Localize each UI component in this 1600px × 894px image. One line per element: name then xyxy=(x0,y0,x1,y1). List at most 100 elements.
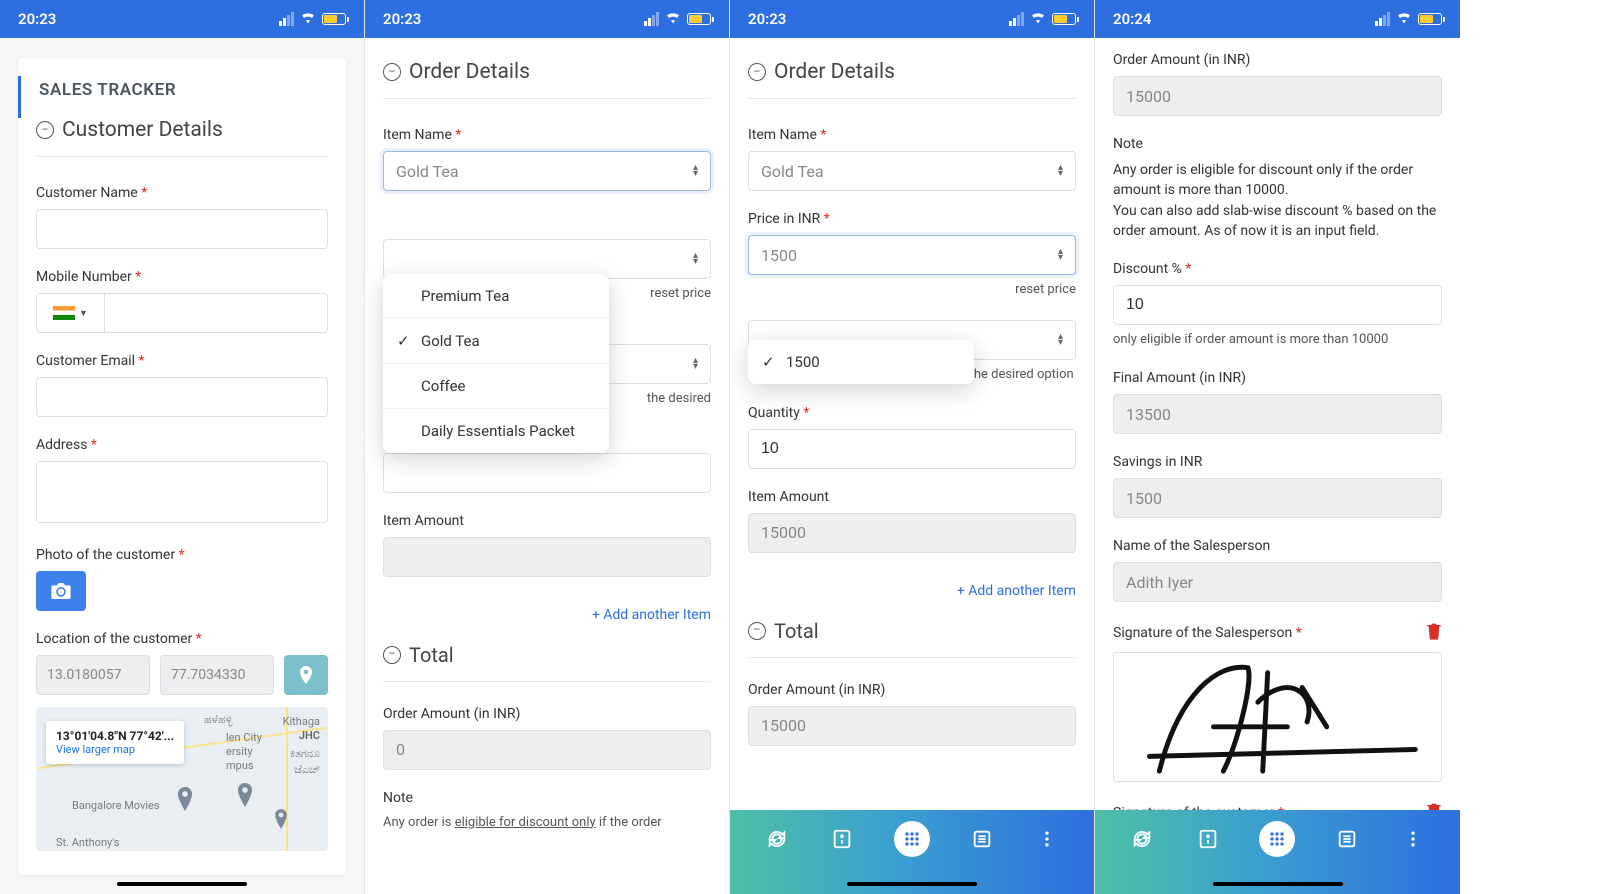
wifi-icon xyxy=(1030,10,1046,28)
dropdown-option[interactable]: Premium Tea xyxy=(383,274,609,319)
delete-signature-button[interactable] xyxy=(1426,622,1442,644)
battery-icon xyxy=(1052,13,1076,25)
salesperson-value: Adith Iyer xyxy=(1113,562,1442,602)
sync-icon[interactable] xyxy=(1128,825,1156,853)
view-larger-map-link[interactable]: View larger map xyxy=(56,743,174,756)
camera-button[interactable] xyxy=(36,571,86,611)
final-amount-label: Final Amount (in INR) xyxy=(1113,370,1442,386)
map-callout[interactable]: 13°01'04.8"N 77°42'... View larger map xyxy=(46,721,184,764)
signal-icon xyxy=(1375,12,1390,26)
item-name-label: Item Name * xyxy=(748,127,1076,143)
section-header-customer[interactable]: Customer Details xyxy=(36,118,328,157)
order-amount-label: Order Amount (in INR) xyxy=(748,682,1076,698)
address-label: Address * xyxy=(36,437,328,453)
order-amount-label: Order Amount (in INR) xyxy=(1113,52,1442,68)
signature-salesperson[interactable] xyxy=(1113,652,1442,782)
screen-customer-details: 20:23 SALES TRACKER Customer Details Cus… xyxy=(0,0,365,894)
list-icon[interactable] xyxy=(968,825,996,853)
photo-label: Photo of the customer * xyxy=(36,547,328,563)
item-amount-value: 15000 xyxy=(748,513,1076,553)
discount-input[interactable] xyxy=(1113,285,1442,325)
status-bar: 20:23 xyxy=(730,0,1094,38)
india-flag-icon xyxy=(53,306,75,320)
collapse-icon[interactable] xyxy=(36,121,54,139)
price-select[interactable]: 1500 ▴▾ xyxy=(748,235,1076,275)
sig-sales-label: Signature of the Salesperson * xyxy=(1113,625,1302,641)
country-code-select[interactable]: ▼ xyxy=(36,293,104,333)
section-header-order[interactable]: Order Details xyxy=(383,60,711,99)
longitude-input: 77.7034330 xyxy=(160,655,274,695)
sync-icon[interactable] xyxy=(763,825,791,853)
discount-hint: only eligible if order amount is more th… xyxy=(1113,331,1442,350)
note-text: Any order is eligible for discount only … xyxy=(383,814,711,833)
dropdown-option-selected[interactable]: ✓Gold Tea xyxy=(383,319,609,364)
apps-icon[interactable] xyxy=(894,821,930,857)
section-header-total[interactable]: Total xyxy=(383,643,711,682)
mobile-label: Mobile Number * xyxy=(36,269,328,285)
address-input[interactable] xyxy=(36,461,328,523)
screen-order-dropdown-item: 20:23 Order Details Item Name * Gold Tea… xyxy=(365,0,730,894)
home-indicator[interactable] xyxy=(117,882,247,886)
locate-button[interactable] xyxy=(284,655,328,695)
dropdown-option-selected[interactable]: ✓1500 xyxy=(748,340,974,384)
note-text: Any order is eligible for discount only … xyxy=(1113,160,1442,241)
info-icon[interactable] xyxy=(1194,825,1222,853)
map-pin-icon xyxy=(176,787,194,811)
signal-icon xyxy=(279,12,294,26)
item-amount-label: Item Amount xyxy=(748,489,1076,505)
apps-icon[interactable] xyxy=(1259,821,1295,857)
mobile-input[interactable] xyxy=(104,293,328,333)
price-select[interactable]: ▴▾ xyxy=(383,239,711,279)
map-preview[interactable]: 13°01'04.8"N 77°42'... View larger map ಹ… xyxy=(36,707,328,851)
note-label: Note xyxy=(383,790,711,806)
home-indicator[interactable] xyxy=(1213,882,1343,886)
more-icon[interactable] xyxy=(1033,825,1061,853)
dropdown-option[interactable]: Daily Essentials Packet xyxy=(383,409,609,453)
quantity-input[interactable] xyxy=(748,429,1076,469)
app-title: SALES TRACKER xyxy=(18,76,328,118)
location-label: Location of the customer * xyxy=(36,631,328,647)
savings-value: 1500 xyxy=(1113,478,1442,518)
collapse-icon[interactable] xyxy=(383,646,401,664)
wifi-icon xyxy=(1396,10,1412,28)
collapse-icon[interactable] xyxy=(748,622,766,640)
email-input[interactable] xyxy=(36,377,328,417)
add-item-link[interactable]: + Add another Item xyxy=(383,597,711,643)
dropdown-option[interactable]: Coffee xyxy=(383,364,609,409)
status-time: 20:23 xyxy=(383,10,421,28)
more-icon[interactable] xyxy=(1399,825,1427,853)
updown-icon: ▴▾ xyxy=(693,358,698,370)
updown-icon: ▴▾ xyxy=(1058,334,1063,346)
status-time: 20:23 xyxy=(18,10,56,28)
add-item-link[interactable]: + Add another Item xyxy=(748,573,1076,619)
status-indicators xyxy=(1375,10,1442,28)
info-icon[interactable] xyxy=(828,825,856,853)
home-indicator[interactable] xyxy=(847,882,977,886)
battery-icon xyxy=(687,13,711,25)
item-amount-label: Item Amount xyxy=(383,513,711,529)
order-amount-value: 0 xyxy=(383,730,711,770)
quantity-input[interactable] xyxy=(383,453,711,493)
list-icon[interactable] xyxy=(1333,825,1361,853)
section-header-order[interactable]: Order Details xyxy=(748,60,1076,99)
item-name-label: Item Name * xyxy=(383,127,711,143)
wifi-icon xyxy=(300,10,316,28)
section-header-total[interactable]: Total xyxy=(748,619,1076,658)
item-name-select[interactable]: Gold Tea ▴▾ xyxy=(383,151,711,191)
order-amount-value: 15000 xyxy=(748,706,1076,746)
order-amount-label: Order Amount (in INR) xyxy=(383,706,711,722)
signature-drawing xyxy=(1114,653,1441,781)
collapse-icon[interactable] xyxy=(383,63,401,81)
collapse-icon[interactable] xyxy=(748,63,766,81)
item-name-select[interactable]: Gold Tea ▴▾ xyxy=(748,151,1076,191)
check-icon: ✓ xyxy=(762,353,775,371)
status-indicators xyxy=(279,10,346,28)
customer-name-input[interactable] xyxy=(36,209,328,249)
order-amount-value: 15000 xyxy=(1113,76,1442,116)
final-amount-value: 13500 xyxy=(1113,394,1442,434)
updown-icon: ▴▾ xyxy=(693,165,698,177)
item-amount-input xyxy=(383,537,711,577)
signal-icon xyxy=(644,12,659,26)
item-name-dropdown: Premium Tea ✓Gold Tea Coffee Daily Essen… xyxy=(383,274,609,453)
customer-name-label: Customer Name * xyxy=(36,185,328,201)
